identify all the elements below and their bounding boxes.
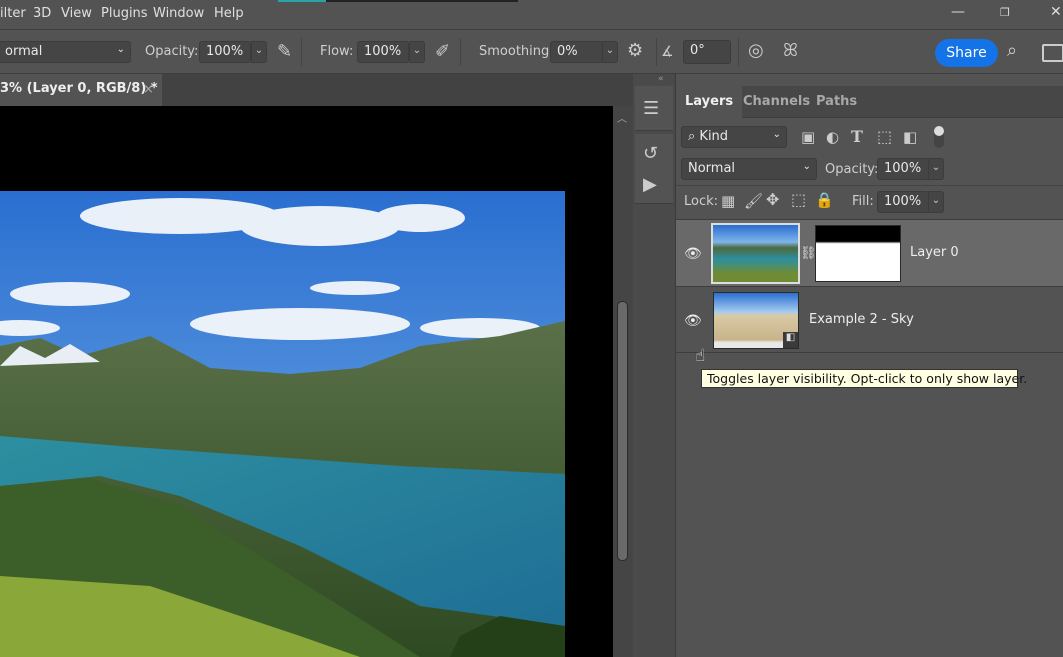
history-icon[interactable]: ↺ [643,144,658,164]
layer-filter-select[interactable]: ⌕ Kind ⌄ [681,126,787,148]
eye-visibility-icon[interactable]: 👁 [684,311,702,331]
opacity-input[interactable]: 100% [199,41,251,63]
filter-pixel-icon[interactable]: ▣ [801,127,815,147]
blend-mode-value: ormal [5,44,43,59]
layer-opacity-input[interactable]: 100% [877,158,929,180]
eye-visibility-icon[interactable]: 👁 [684,244,702,264]
lock-label: Lock: [684,194,719,209]
search-icon[interactable]: ⌕ [1007,41,1017,61]
flow-dropdown[interactable]: ⌄ [409,41,425,63]
menu-3d[interactable]: 3D [33,6,51,21]
fill-input[interactable]: 100% [877,191,929,213]
pressure-size-icon[interactable]: ◎ [748,41,764,61]
filter-smart-object-icon[interactable]: ◧ [903,127,917,147]
layer-opacity-label: Opacity: [825,162,879,177]
collapsed-panel-strip: « ☰ ↺ ▶ [633,74,676,657]
layer-blend-mode-select[interactable]: Normal ⌄ [681,158,817,180]
tab-paths[interactable]: Paths [807,86,866,118]
smoothing-input[interactable]: 0% [550,41,603,63]
menu-help[interactable]: Help [214,6,244,21]
layer-row-layer-0[interactable]: 👁 ⛓ Layer 0 [676,219,1063,287]
loading-bar [278,0,518,2]
actions-play-icon[interactable]: ▶ [643,175,657,195]
lock-artboard-icon[interactable]: ⬚ [791,190,806,210]
close-tab-icon[interactable]: × [143,82,154,97]
collapse-panels-icon[interactable]: « [658,74,664,84]
vertical-scrollbar[interactable]: ︿ [613,106,633,657]
history-group: ↺ ▶ [635,134,673,204]
symmetry-butterfly-icon[interactable]: ꕤ [783,41,798,61]
filter-kind-value: Kind [699,129,729,144]
flow-label: Flow: [320,44,354,59]
panel-tabs: Layers Channels Paths [676,86,1063,118]
filter-type-icon[interactable]: T [851,127,863,147]
workspace-icon[interactable] [1042,44,1063,62]
hand-cursor-icon: ☝ [695,346,706,366]
close-window-button[interactable]: ✕ [1050,4,1062,20]
divider [676,185,1063,186]
gear-icon[interactable]: ⚙ [627,41,643,61]
divider [301,38,302,66]
opacity-dropdown[interactable]: ⌄ [251,41,267,63]
flow-input[interactable]: 100% [357,41,409,63]
lock-all-icon[interactable]: 🔒 [815,190,834,210]
smoothing-dropdown[interactable]: ⌄ [602,41,618,63]
restore-button[interactable]: ❐ [1000,6,1010,19]
tooltip: Toggles layer visibility. Opt-click to o… [701,369,1027,388]
divider [656,38,657,66]
lock-position-icon[interactable]: ✥ [766,190,779,210]
angle-input[interactable]: 0° [683,40,731,64]
blend-mode-select[interactable]: ormal ⌄ [0,41,131,63]
filter-shape-icon[interactable]: ⬚ [877,127,892,147]
smoothing-label: Smoothing: [479,44,554,59]
pressure-opacity-icon[interactable]: ✎ [277,42,292,62]
divider [460,38,461,66]
search-icon: ⌕ [688,129,700,144]
opacity-label: Opacity: [145,44,199,59]
menu-view[interactable]: View [61,6,92,21]
fill-label: Fill: [852,194,874,209]
adjustments-sliders-icon[interactable]: ☰ [643,99,659,119]
smart-object-badge-icon: ◧ [783,332,798,348]
filter-toggle[interactable] [934,126,944,148]
canvas[interactable] [0,106,613,657]
options-bar: ormal ⌄ Opacity: 100% ⌄ ✎ Flow: 100% ⌄ ✐ … [0,31,1063,74]
lock-transparency-icon[interactable]: ▦ [721,191,735,211]
filter-adjustment-icon[interactable]: ◐ [826,127,839,147]
menu-plugins[interactable]: Plugins [101,6,148,21]
landscape-photo [0,191,565,657]
angle-icon: ∡ [661,44,674,60]
properties-group: ☰ [635,86,673,131]
fill-dropdown[interactable]: ⌄ [928,191,944,213]
share-button[interactable]: Share [935,39,998,67]
menu-window[interactable]: Window [153,6,204,21]
layer-mask-thumbnail[interactable] [815,225,901,282]
document-tab-title: 3% (Layer 0, RGB/8) * [0,81,158,96]
layer-opacity-dropdown[interactable]: ⌄ [928,158,944,180]
layer-row-sky[interactable]: 👁 ◧ Example 2 - Sky [676,287,1063,353]
divider [738,38,739,66]
scroll-up-icon[interactable]: ︿ [617,110,627,125]
scrollbar-thumb[interactable] [617,301,628,561]
airbrush-icon[interactable]: ✐ [435,42,450,62]
menu-bar: ilter 3D View Plugins Window Help — ❐ ✕ [0,0,1063,30]
layer-thumbnail[interactable] [711,223,800,284]
menu-filter[interactable]: ilter [0,6,26,21]
layer-name[interactable]: Layer 0 [910,245,959,260]
minimize-button[interactable]: — [951,4,965,20]
blend-mode-value: Normal [688,161,736,176]
lock-image-brush-icon[interactable]: 🖌 [744,191,763,211]
tab-layers[interactable]: Layers [676,86,743,118]
layer-name[interactable]: Example 2 - Sky [809,312,914,327]
document-tab[interactable]: 3% (Layer 0, RGB/8) * × [0,74,162,106]
